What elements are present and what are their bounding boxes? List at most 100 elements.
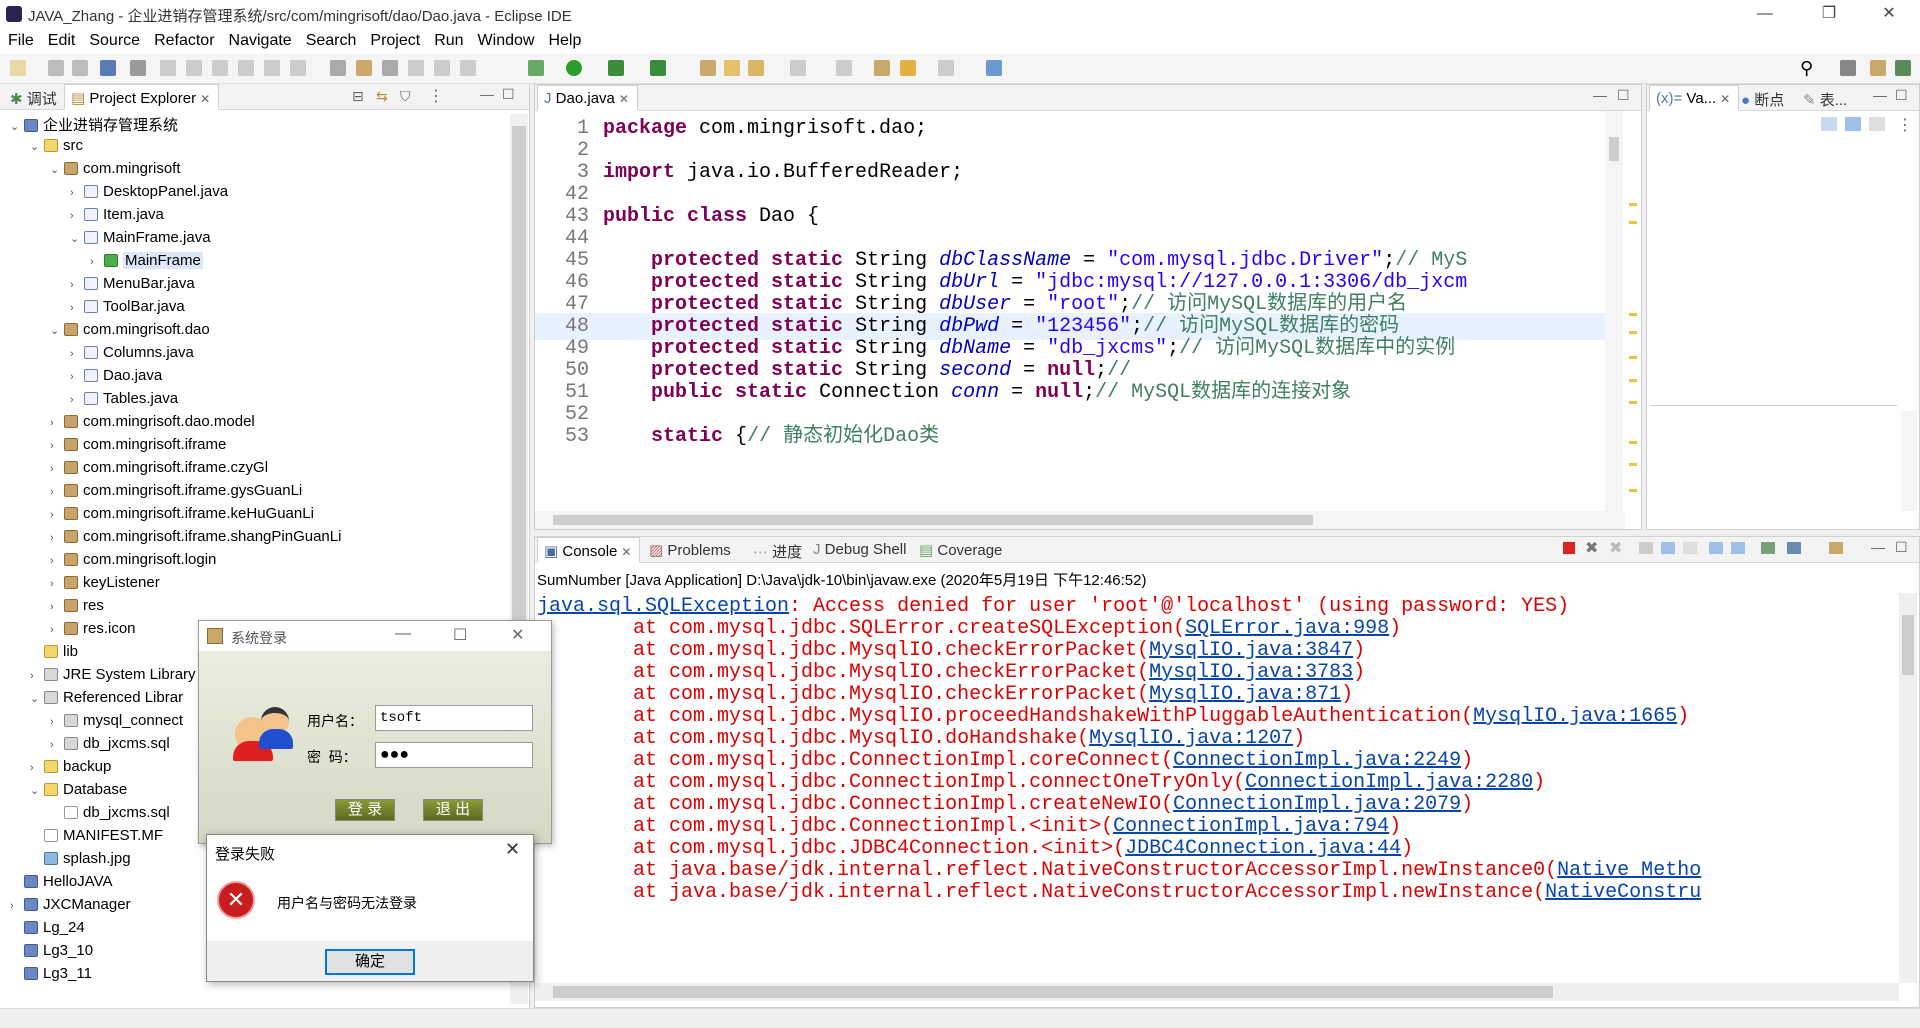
- chevron-right-icon[interactable]: ›: [70, 394, 84, 406]
- tree-item[interactable]: Lg3_11: [10, 965, 92, 988]
- show-type-icon[interactable]: [1821, 117, 1837, 131]
- tree-item[interactable]: › JRE System Library: [30, 666, 196, 689]
- chevron-right-icon[interactable]: ›: [50, 739, 64, 751]
- chevron-right-icon[interactable]: ›: [50, 578, 64, 590]
- tree-item[interactable]: MANIFEST.MF: [30, 827, 163, 850]
- debug-icon[interactable]: [528, 60, 544, 76]
- tree-item[interactable]: › com.mingrisoft.login: [50, 551, 216, 574]
- chevron-right-icon[interactable]: ›: [50, 555, 64, 567]
- menu-project[interactable]: Project: [362, 28, 426, 50]
- chevron-right-icon[interactable]: ›: [70, 302, 84, 314]
- tree-item[interactable]: › Tables.java: [70, 390, 178, 413]
- paragraph-icon[interactable]: [460, 60, 476, 76]
- exit-button[interactable]: 退 出: [423, 799, 483, 821]
- chevron-down-icon[interactable]: ⌄: [30, 140, 44, 153]
- console-hscroll-thumb[interactable]: [553, 986, 1553, 998]
- editor-vscroll[interactable]: [1605, 111, 1623, 511]
- tab-problems[interactable]: ▨ Problems: [643, 537, 739, 563]
- last-edit-icon[interactable]: [874, 60, 890, 76]
- editor-hscroll[interactable]: [535, 511, 1625, 529]
- close-tab-icon[interactable]: ✕: [619, 92, 629, 106]
- menu-search[interactable]: Search: [298, 28, 363, 50]
- tab-dao-java[interactable]: J Dao.java ✕: [537, 85, 638, 111]
- tree-item[interactable]: › Columns.java: [70, 344, 194, 367]
- menu-window[interactable]: Window: [470, 28, 541, 50]
- chevron-down-icon[interactable]: ⌄: [10, 120, 24, 133]
- maximize-icon[interactable]: ☐: [453, 625, 467, 645]
- suspend-icon[interactable]: [186, 60, 202, 76]
- word-wrap-icon[interactable]: [1683, 542, 1697, 554]
- menu-navigate[interactable]: Navigate: [221, 28, 298, 50]
- chevron-down-icon[interactable]: ⌄: [50, 324, 64, 337]
- skip-breakpoints-icon[interactable]: [130, 60, 146, 76]
- menu-refactor[interactable]: Refactor: [146, 28, 220, 50]
- debug-perspective-icon[interactable]: [1895, 60, 1911, 76]
- minimize-icon[interactable]: —: [1742, 0, 1788, 28]
- tree-item[interactable]: › Dao.java: [70, 367, 162, 390]
- link-editor-icon[interactable]: ⇆: [376, 88, 388, 105]
- tree-item[interactable]: › Item.java: [70, 206, 164, 229]
- resume-icon[interactable]: [160, 60, 176, 76]
- coverage-icon[interactable]: [608, 60, 624, 76]
- chevron-right-icon[interactable]: ›: [30, 670, 44, 682]
- external-tools-icon[interactable]: [650, 60, 666, 76]
- view-menu-icon[interactable]: ⋮: [428, 86, 444, 106]
- chevron-right-icon[interactable]: ›: [50, 532, 64, 544]
- open-folder-icon[interactable]: [724, 60, 740, 76]
- show-logical-icon[interactable]: [1845, 117, 1861, 131]
- ruler-marker[interactable]: [1629, 313, 1637, 316]
- ruler-marker[interactable]: [1629, 489, 1637, 492]
- tab-progress[interactable]: ⋯ 进度: [747, 537, 810, 563]
- chevron-right-icon[interactable]: ›: [50, 624, 64, 636]
- ruler-marker[interactable]: [1629, 356, 1637, 359]
- minimize-view-icon[interactable]: —: [1873, 87, 1887, 103]
- scroll-lock-icon[interactable]: [1661, 542, 1675, 554]
- console-vscroll-thumb[interactable]: [1902, 615, 1914, 675]
- ruler-marker[interactable]: [1629, 203, 1637, 206]
- minimize-icon[interactable]: —: [395, 625, 411, 643]
- tree-item[interactable]: › res: [50, 597, 104, 620]
- run-icon[interactable]: [566, 60, 582, 76]
- maximize-view-icon[interactable]: ☐: [1617, 87, 1630, 104]
- tree-item[interactable]: › mysql_connect: [50, 712, 183, 735]
- prev-annotation-icon[interactable]: [836, 60, 852, 76]
- minimize-view-icon[interactable]: —: [1593, 87, 1607, 103]
- maximize-view-icon[interactable]: ☐: [1895, 87, 1908, 104]
- stack-trace-link[interactable]: MysqlIO.java:1665: [1473, 705, 1677, 728]
- restore-icon[interactable]: ❐: [1806, 0, 1852, 28]
- open-console-icon[interactable]: [1829, 542, 1843, 554]
- display-console-icon[interactable]: [1787, 542, 1801, 554]
- menu-file[interactable]: File: [0, 28, 40, 50]
- tree-item[interactable]: db_jxcms.sql: [50, 804, 170, 827]
- menu-edit[interactable]: Edit: [40, 28, 82, 50]
- chevron-right-icon[interactable]: ›: [50, 417, 64, 429]
- login-button[interactable]: 登 录: [335, 799, 395, 821]
- tree-item[interactable]: Lg3_10: [10, 942, 93, 965]
- close-icon[interactable]: ✕: [1866, 0, 1912, 28]
- tree-item[interactable]: ⌄ Database: [30, 781, 127, 804]
- terminate-icon[interactable]: [212, 60, 228, 76]
- editor-hscroll-thumb[interactable]: [553, 515, 1313, 525]
- ruler-marker[interactable]: [1629, 463, 1637, 466]
- maximize-view-icon[interactable]: ☐: [502, 86, 515, 103]
- tree-item[interactable]: splash.jpg: [30, 850, 131, 873]
- forward-icon[interactable]: [938, 60, 954, 76]
- use-step-filters-icon[interactable]: [330, 60, 346, 76]
- close-tab-icon[interactable]: ✕: [200, 92, 210, 106]
- step-over-icon[interactable]: [290, 60, 306, 76]
- terminate-icon[interactable]: [1563, 542, 1575, 554]
- menu-help[interactable]: Help: [540, 28, 587, 50]
- close-tab-icon[interactable]: ✕: [1720, 92, 1730, 106]
- tree-item[interactable]: › backup: [30, 758, 111, 781]
- tree-item[interactable]: › com.mingrisoft.dao.model: [50, 413, 255, 436]
- pin-editor-icon[interactable]: [986, 60, 1002, 76]
- chevron-right-icon[interactable]: ›: [50, 601, 64, 613]
- chevron-down-icon[interactable]: ⌄: [50, 163, 64, 176]
- mark-occurrences-icon[interactable]: [408, 60, 424, 76]
- clear-console-icon[interactable]: [1639, 542, 1653, 554]
- show-on-error-icon[interactable]: [1731, 542, 1745, 554]
- open-perspective-icon[interactable]: [1840, 60, 1856, 76]
- pencil-icon[interactable]: [748, 60, 764, 76]
- ruler-marker[interactable]: [1629, 331, 1637, 334]
- new-java-project-icon[interactable]: [700, 60, 716, 76]
